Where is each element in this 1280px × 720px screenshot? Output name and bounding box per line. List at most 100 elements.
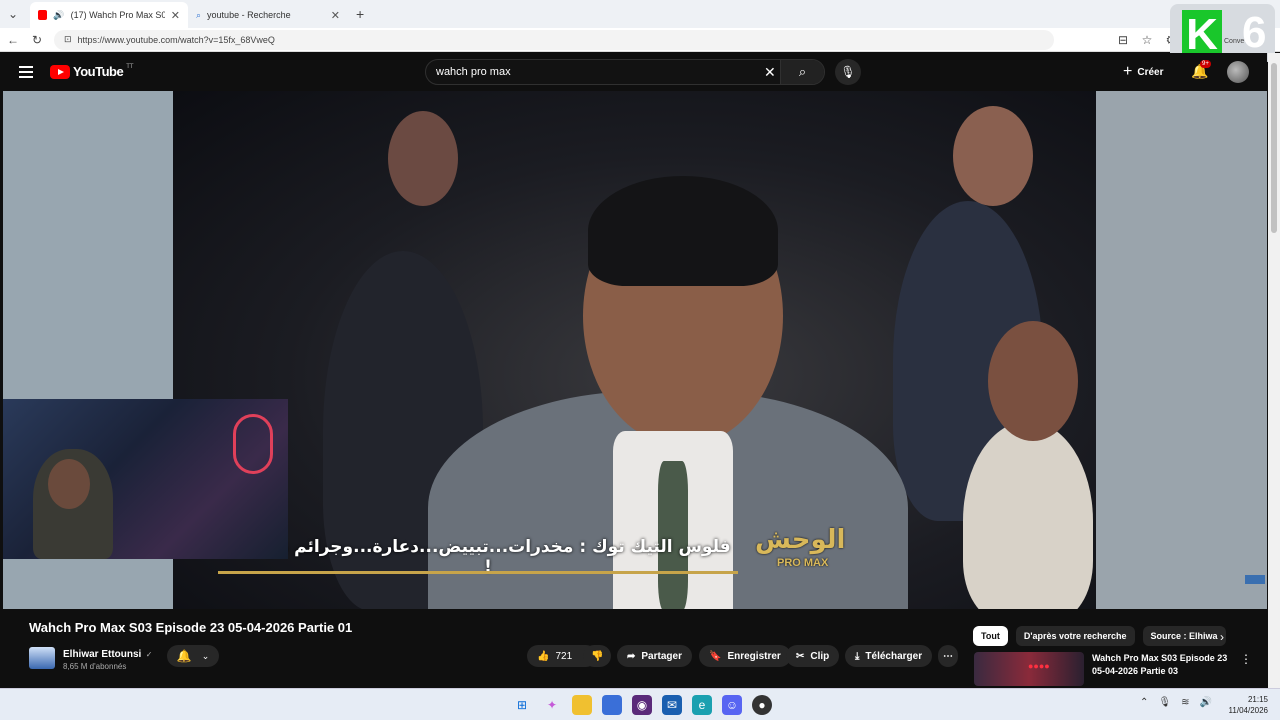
taskbar-apps: ⊞ ✦ ◉ ✉ e ☺ ● [512,695,772,715]
video-frame[interactable] [173,91,1096,609]
tab-title: (17) Wahch Pro Max S03 Episo [70,10,165,20]
channel-name[interactable]: Elhiwar Ettounsi [63,649,141,660]
windows-start-icon[interactable]: ⊞ [512,695,532,715]
outlook-icon[interactable]: ✉ [662,695,682,715]
site-info-icon[interactable]: ⊡ [64,34,72,45]
logo-number: 6 [1242,8,1267,57]
file-explorer-icon[interactable] [572,695,592,715]
clip-label: Clip [810,650,830,662]
recommended-thumbnail[interactable] [974,652,1084,686]
download-icon: ⤓ [855,650,860,662]
share-arrow-icon: ➦ [627,650,636,662]
clock-time: 21:15 [1247,695,1268,704]
new-tab-button[interactable]: + [356,6,364,22]
url-field[interactable]: ⊡ https://www.youtube.com/watch?v=15fx_6… [54,29,1054,50]
plus-icon: + [1123,63,1133,80]
show-logo-subtext: PRO MAX [777,557,829,569]
chip-from-search[interactable]: D'après votre recherche [1015,626,1135,646]
save-button[interactable]: 🔖 Enregistrer [699,645,791,667]
streamer-webcam-overlay [3,399,288,559]
speaker-icon[interactable]: 🔊 [53,10,64,21]
youtube-logo[interactable]: YouTube TT [50,64,134,79]
browser-tab-bar: ⌄ 🔊 (17) Wahch Pro Max S03 Episo ✕ ⌕ you… [0,0,1280,28]
volume-icon[interactable]: 🔊 [1199,697,1211,708]
country-code: TT [126,63,134,70]
tab-list-chevron-icon[interactable]: ⌄ [6,7,20,21]
show-logo-text: الوحش [755,525,846,555]
chip-all[interactable]: Tout [973,626,1008,646]
close-tab-icon[interactable]: ✕ [171,9,180,22]
notification-count-badge: 9+ [1200,60,1211,68]
chip-source[interactable]: Source : Elhiwa [1142,626,1226,646]
discord-icon[interactable]: ☺ [722,695,742,715]
recommended-video-item[interactable]: Wahch Pro Max S03 Episode 23 05-04-2026 … [974,652,1252,686]
share-button[interactable]: ➦ Partager [617,645,692,667]
subscription-bell-button[interactable]: 🔔 ⌄ [167,645,219,667]
video-side-panel [1096,91,1267,609]
logo-caption: Conve [1224,38,1245,45]
streamer-face [48,459,90,509]
video-title: Wahch Pro Max S03 Episode 23 05-04-2026 … [29,620,353,635]
bell-icon: 🔔 [176,649,192,663]
notifications-bell-icon[interactable]: 🔔 9+ [1191,60,1211,80]
edge-browser-icon[interactable]: e [692,695,712,715]
channel-avatar[interactable] [29,646,55,669]
youtube-header: YouTube TT ✕ ⌕ 🎙 + Créer 🔔 9+ [3,53,1267,91]
chrome-icon[interactable]: ● [752,695,772,715]
search-input[interactable] [436,66,756,78]
read-mode-icon[interactable]: ⊟ [1116,33,1130,47]
chevron-right-icon[interactable]: › [1220,630,1224,644]
more-actions-button[interactable]: ⋯ [938,645,958,667]
host-hair [588,176,778,286]
voice-search-mic-icon[interactable]: 🎙 [835,59,861,85]
scrollbar-thumb[interactable] [1271,63,1277,233]
account-avatar[interactable] [1227,61,1249,83]
like-count: 721 [555,650,573,662]
windows-taskbar: ⊞ ✦ ◉ ✉ e ☺ ● ⌃ 🎙 ≋ 🔊 21:15 11/04/2026 [0,688,1280,720]
recommended-title[interactable]: Wahch Pro Max S03 Episode 23 05-04-2026 … [1092,652,1232,686]
back-arrow-icon[interactable]: ← [6,33,20,47]
favorite-star-icon[interactable]: ☆ [1140,33,1154,47]
host-tie [658,461,688,609]
close-tab-icon[interactable]: ✕ [331,9,340,22]
verified-check-icon: ✓ [145,650,153,659]
scissors-icon: ✂ [796,650,805,662]
recommendation-chips: Tout D'après votre recherche Source : El… [973,626,1226,646]
clip-button[interactable]: ✂ Clip [786,645,840,667]
obs-icon[interactable]: ◉ [632,695,652,715]
chevron-up-icon[interactable]: ⌃ [1140,697,1148,708]
subscriber-count: 8,65 M d'abonnés [63,662,127,671]
search-favicon-icon: ⌕ [196,9,202,20]
youtube-wordmark: YouTube [73,64,124,79]
show-logo-badge: الوحش PRO MAX [755,525,846,569]
kebab-menu-icon[interactable]: ⋮ [1240,652,1252,686]
youtube-play-icon [50,64,70,79]
thumbs-up-icon: 👍 [537,650,550,662]
menu-hamburger-icon[interactable] [19,66,33,78]
youtube-favicon-icon [38,10,48,20]
tab-youtube-search[interactable]: ⌕ youtube - Recherche ✕ [188,2,348,28]
microphone-icon[interactable]: 🎙 [1158,697,1171,708]
wifi-icon[interactable]: ≋ [1181,697,1189,708]
video-player[interactable]: فلوس التيك توك : مخدرات...تبييض...دعارة.… [3,91,1267,609]
taskbar-clock[interactable]: 21:15 11/04/2026 [1224,694,1268,716]
reload-icon[interactable]: ↻ [30,33,44,47]
chevron-down-icon: ⌄ [201,650,210,661]
channel-watermark-logo [1245,575,1265,584]
download-label: Télécharger [865,650,923,662]
copilot-icon[interactable]: ✦ [542,695,562,715]
search-box: ✕ ⌕ [425,59,825,85]
subtitle-underline [218,571,738,574]
channel-info: Elhiwar Ettounsi ✓ 8,65 M d'abonnés [29,644,153,671]
create-button[interactable]: + Créer [1123,61,1163,83]
save-label: Enregistrer [727,650,781,662]
store-icon[interactable] [602,695,622,715]
dislike-button[interactable]: 👎 [583,645,612,667]
clear-search-icon[interactable]: ✕ [764,64,776,81]
tab-youtube-video[interactable]: 🔊 (17) Wahch Pro Max S03 Episo ✕ [30,2,188,28]
more-dots-icon: ⋯ [943,650,953,662]
download-button[interactable]: ⤓ Télécharger [845,645,933,667]
search-button[interactable]: ⌕ [780,60,824,84]
audience-head [953,106,1033,206]
page-scrollbar[interactable] [1268,53,1280,688]
